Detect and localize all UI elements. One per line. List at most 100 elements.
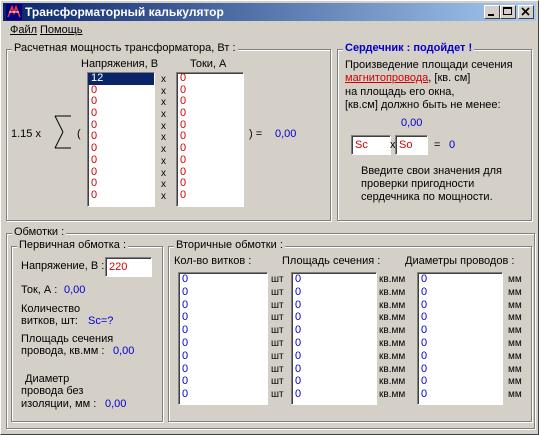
list-item[interactable]: 0 (418, 273, 502, 286)
currents-list[interactable]: 00000000000 (176, 72, 244, 207)
core-text-line1: Произведение площади сечения (345, 59, 513, 71)
core-hint-line3: сердечника по мощности. (361, 191, 493, 203)
unit-label: мм (508, 325, 522, 337)
unit-label: шт (271, 337, 284, 349)
list-item[interactable]: 0 (88, 96, 154, 108)
menu-file[interactable]: Файл (10, 24, 37, 36)
unit-label: шт (271, 389, 284, 401)
unit-label: мм (508, 337, 522, 349)
unit-label: мм (508, 350, 522, 362)
multiply-column: xxxxxxxxxxx (161, 74, 171, 203)
list-item[interactable]: 0 (179, 337, 267, 350)
list-item[interactable]: 0 (179, 286, 267, 299)
maximize-button[interactable] (500, 5, 516, 19)
menu-file-label: Файл (10, 24, 38, 36)
list-item[interactable]: 0 (88, 131, 154, 143)
list-item[interactable]: 0 (179, 350, 267, 363)
mm-unit-column: мм мм мм мм мм мм мм мм мм мм (508, 274, 522, 402)
sc-input[interactable]: Sc (351, 135, 391, 155)
list-item[interactable]: 0 (88, 107, 154, 120)
list-item[interactable]: 0 (177, 96, 243, 108)
list-item[interactable]: 0 (179, 273, 267, 286)
power-factor-label: 1.15 x (11, 128, 41, 140)
list-item[interactable]: 0 (179, 388, 267, 401)
voltages-list[interactable]: 12 0 0 0 0 0 0 0 0 0 0 (87, 72, 155, 207)
list-item[interactable]: 0 (88, 142, 154, 155)
unit-label: x (161, 144, 166, 156)
list-item[interactable]: 0 (179, 363, 267, 376)
list-item[interactable]: 0 (418, 363, 502, 376)
minimize-button[interactable] (484, 5, 500, 19)
list-item[interactable]: 0 (177, 119, 243, 132)
primary-winding-legend: Первичная обмотка : (17, 239, 129, 251)
list-item[interactable]: 0 (177, 154, 243, 167)
list-item[interactable]: 0 (292, 363, 376, 376)
list-item[interactable]: 0 (418, 375, 502, 388)
primary-diameter-label3: изоляции, мм : (21, 398, 97, 410)
secondary-diameter-list[interactable]: 0000000000 (417, 272, 503, 405)
list-item[interactable]: 0 (292, 311, 376, 324)
unit-label: x (161, 179, 166, 191)
list-item[interactable]: 0 (292, 286, 376, 299)
title-bar[interactable]: Трансформаторный калькулятор (3, 3, 536, 21)
secondary-area-list[interactable]: 0000000000 (291, 272, 377, 405)
close-icon (521, 7, 530, 16)
primary-voltage-input[interactable]: 220 (105, 257, 152, 277)
list-item[interactable]: 0 (177, 84, 243, 97)
list-item[interactable]: 0 (292, 299, 376, 312)
list-item[interactable]: 0 (179, 299, 267, 312)
list-item[interactable]: 0 (177, 142, 243, 155)
list-item[interactable]: 0 (292, 350, 376, 363)
menu-bar: Файл Помощь (3, 22, 536, 40)
list-item[interactable]: 0 (418, 311, 502, 324)
primary-area-label1: Площадь сечения (21, 333, 114, 345)
unit-label: кв.мм (379, 312, 406, 324)
list-item[interactable]: 0 (88, 189, 154, 202)
list-item[interactable]: 0 (88, 154, 154, 167)
list-item[interactable]: 12 (88, 73, 154, 85)
unit-label: x (161, 155, 166, 167)
unit-label: x (161, 97, 166, 109)
list-item[interactable]: 0 (292, 388, 376, 401)
list-item[interactable]: 0 (179, 324, 267, 337)
unit-label: мм (508, 274, 522, 285)
so-input[interactable]: So (395, 135, 428, 155)
close-paren-equals: ) = (249, 128, 263, 140)
list-item[interactable]: 0 (418, 324, 502, 337)
list-item[interactable]: 0 (292, 375, 376, 388)
close-button[interactable] (518, 5, 534, 19)
list-item[interactable]: 0 (88, 177, 154, 190)
list-item[interactable]: 0 (418, 350, 502, 363)
list-item[interactable]: 0 (88, 119, 154, 132)
list-item[interactable]: 0 (177, 189, 243, 202)
magnetic-core-link[interactable]: магнитопровода (345, 72, 428, 84)
unit-label: кв.мм (379, 363, 406, 375)
list-item[interactable]: 0 (177, 177, 243, 190)
unit-label: x (161, 74, 166, 85)
secondary-turns-list[interactable]: 0000000000 (178, 272, 268, 405)
list-item[interactable]: 0 (177, 166, 243, 179)
current-column-header: Токи, А (190, 58, 227, 70)
list-item[interactable]: 0 (418, 299, 502, 312)
unit-label: кв.мм (379, 325, 406, 337)
list-item[interactable]: 0 (177, 107, 243, 120)
menu-help[interactable]: Помощь (40, 24, 83, 36)
list-item[interactable]: 0 (418, 286, 502, 299)
menu-help-label: Помощь (40, 24, 83, 36)
core-product-value: 0 (449, 139, 456, 151)
list-item[interactable]: 0 (88, 84, 154, 97)
list-item[interactable]: 0 (179, 375, 267, 388)
transformer-app-icon (6, 4, 22, 20)
unit-label: мм (508, 299, 522, 311)
list-item[interactable]: 0 (177, 131, 243, 143)
list-item[interactable]: 0 (179, 311, 267, 324)
list-item[interactable]: 0 (177, 73, 243, 85)
list-item[interactable]: 0 (418, 337, 502, 350)
list-item[interactable]: 0 (292, 337, 376, 350)
list-item[interactable]: 0 (418, 388, 502, 401)
list-item[interactable]: 0 (88, 166, 154, 179)
list-item[interactable]: 0 (292, 324, 376, 337)
list-item[interactable]: 0 (292, 273, 376, 286)
primary-turns-label2: витков, шт: (21, 315, 78, 327)
unit-label: шт (271, 325, 284, 337)
